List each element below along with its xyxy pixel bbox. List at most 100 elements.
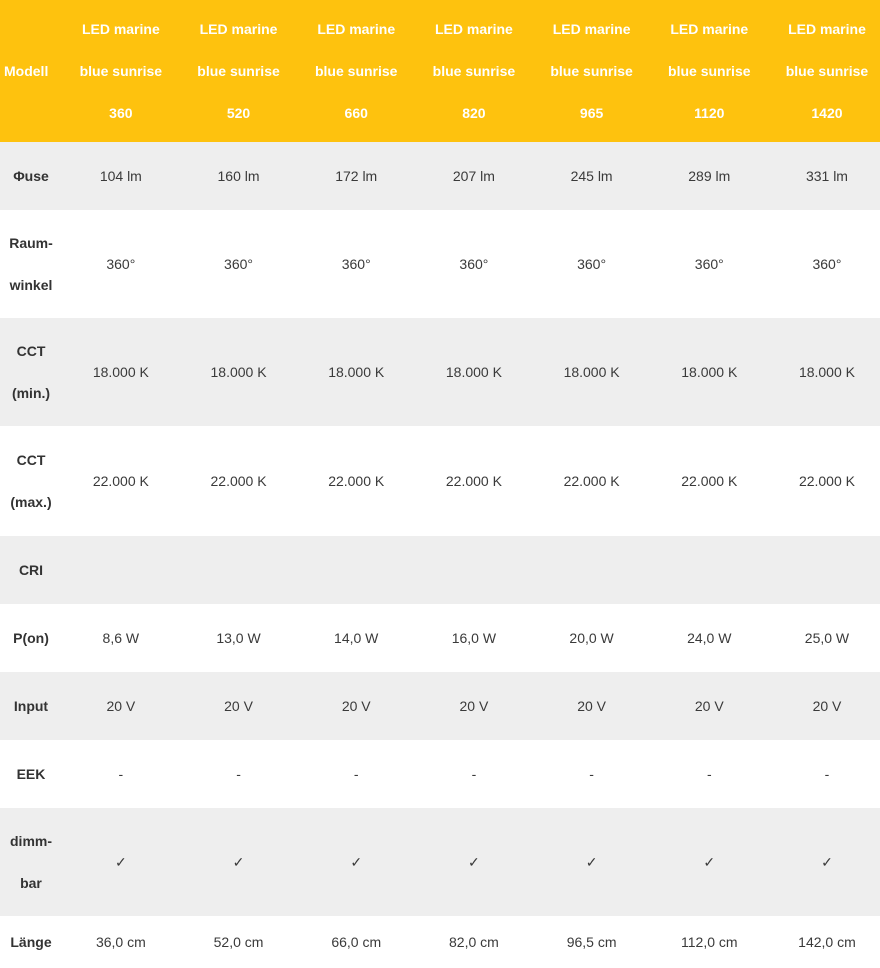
table-row: P(on) 8,6 W 13,0 W 14,0 W 16,0 W 20,0 W … xyxy=(0,604,880,672)
table-cell: 22.000 K xyxy=(179,426,298,536)
table-cell: - xyxy=(650,740,769,808)
table-cell: 331 lm xyxy=(768,142,880,210)
model-line: blue sunrise xyxy=(79,63,163,79)
table-cell xyxy=(532,536,651,604)
table-cell: 360° xyxy=(62,210,180,318)
model-line: LED marine xyxy=(81,21,160,37)
table-cell: - xyxy=(179,740,298,808)
row-label-line: (max.) xyxy=(10,494,52,510)
checkmark-icon: ✓ xyxy=(532,808,651,916)
checkmark-icon: ✓ xyxy=(650,808,769,916)
row-label: Raum-winkel xyxy=(0,210,62,318)
checkmark-icon: ✓ xyxy=(62,808,180,916)
table-cell: 96,5 cm xyxy=(532,916,651,968)
header-model-360: LED marine blue sunrise 360 xyxy=(62,0,180,142)
table-row: CRI xyxy=(0,536,880,604)
table-cell: 20 V xyxy=(179,672,298,740)
checkmark-icon: ✓ xyxy=(179,808,298,916)
model-line: LED marine xyxy=(670,21,749,37)
table-cell: 18.000 K xyxy=(62,318,180,426)
table-cell: 18.000 K xyxy=(415,318,533,426)
row-label: CCT (min.) xyxy=(0,318,62,426)
table-row: CCT (max.) 22.000 K 22.000 K 22.000 K 22.… xyxy=(0,426,880,536)
row-label-line: (min.) xyxy=(11,385,51,401)
table-cell xyxy=(62,536,180,604)
table-cell: - xyxy=(532,740,651,808)
table-cell: 360° xyxy=(768,210,880,318)
table-cell: 22.000 K xyxy=(650,426,769,536)
table-cell xyxy=(297,536,416,604)
table-row: Φuse 104 lm 160 lm 172 lm 207 lm 245 lm … xyxy=(0,142,880,210)
row-label-line: CCT xyxy=(16,452,46,468)
table-cell: 18.000 K xyxy=(297,318,416,426)
table-row: dimm-bar ✓ ✓ ✓ ✓ ✓ ✓ ✓ xyxy=(0,808,880,916)
table-cell: - xyxy=(415,740,533,808)
table-cell: 20 V xyxy=(297,672,416,740)
row-label: Input xyxy=(0,672,62,740)
table-cell: 16,0 W xyxy=(415,604,533,672)
table-cell: 13,0 W xyxy=(179,604,298,672)
table-cell: 360° xyxy=(650,210,769,318)
checkmark-icon: ✓ xyxy=(297,808,416,916)
table-cell: 360° xyxy=(179,210,298,318)
model-line: blue sunrise xyxy=(197,63,280,79)
table-cell: 104 lm xyxy=(62,142,180,210)
model-line: LED marine xyxy=(788,21,866,37)
row-label-line: bar xyxy=(20,875,42,891)
table-cell: 245 lm xyxy=(532,142,651,210)
model-number: 360 xyxy=(109,105,133,121)
table-cell: 20 V xyxy=(415,672,533,740)
table-cell: 66,0 cm xyxy=(297,916,416,968)
table-cell: 207 lm xyxy=(415,142,533,210)
model-number: 820 xyxy=(462,105,486,121)
table-cell: 18.000 K xyxy=(768,318,880,426)
table-cell: 360° xyxy=(415,210,533,318)
table-cell xyxy=(179,536,298,604)
model-line: LED marine xyxy=(317,21,396,37)
table-row: Raum-winkel 360° 360° 360° 360° 360° 360… xyxy=(0,210,880,318)
model-line: blue sunrise xyxy=(550,63,633,79)
header-row: Modell LED marine blue sunrise 360 LED mar… xyxy=(0,0,880,142)
table-cell: 20 V xyxy=(768,672,880,740)
table-cell: 8,6 W xyxy=(62,604,180,672)
table-cell: 172 lm xyxy=(297,142,416,210)
table-cell: 20,0 W xyxy=(532,604,651,672)
checkmark-icon: ✓ xyxy=(768,808,880,916)
table-cell: 18.000 K xyxy=(179,318,298,426)
model-line: LED marine xyxy=(199,21,278,37)
header-model-1420: LED marine blue sunrise 1420 xyxy=(768,0,880,142)
table-cell: 14,0 W xyxy=(297,604,416,672)
model-line: LED marine xyxy=(552,21,631,37)
row-label: dimm-bar xyxy=(0,808,62,916)
table-cell: 22.000 K xyxy=(62,426,180,536)
table-cell: 22.000 K xyxy=(532,426,651,536)
model-line: blue sunrise xyxy=(785,63,869,79)
table-cell: 22.000 K xyxy=(768,426,880,536)
model-number: 660 xyxy=(344,105,368,121)
row-label: CCT (max.) xyxy=(0,426,62,536)
table-cell: 289 lm xyxy=(650,142,769,210)
table-cell: 20 V xyxy=(532,672,651,740)
row-label-line: dimm- xyxy=(10,833,52,849)
table-cell: 52,0 cm xyxy=(179,916,298,968)
table-cell: 360° xyxy=(297,210,416,318)
table-cell: 22.000 K xyxy=(297,426,416,536)
table-cell: 36,0 cm xyxy=(62,916,180,968)
spec-table: Modell LED marine blue sunrise 360 LED mar… xyxy=(0,0,880,968)
table-cell: 142,0 cm xyxy=(768,916,880,968)
row-label: EEK xyxy=(0,740,62,808)
header-model-820: LED marine blue sunrise 820 xyxy=(415,0,533,142)
table-row: Input 20 V 20 V 20 V 20 V 20 V 20 V 20 V xyxy=(0,672,880,740)
table-cell xyxy=(415,536,533,604)
header-model-520: LED marine blue sunrise 520 xyxy=(179,0,298,142)
table-cell: 20 V xyxy=(650,672,769,740)
model-number: 1120 xyxy=(694,105,725,121)
table-cell: - xyxy=(62,740,180,808)
table-cell: 24,0 W xyxy=(650,604,769,672)
header-model-660: LED marine blue sunrise 660 xyxy=(297,0,416,142)
table-cell: 160 lm xyxy=(179,142,298,210)
table-cell xyxy=(768,536,880,604)
model-number: 520 xyxy=(226,105,251,121)
table-cell: 112,0 cm xyxy=(650,916,769,968)
table-cell xyxy=(650,536,769,604)
